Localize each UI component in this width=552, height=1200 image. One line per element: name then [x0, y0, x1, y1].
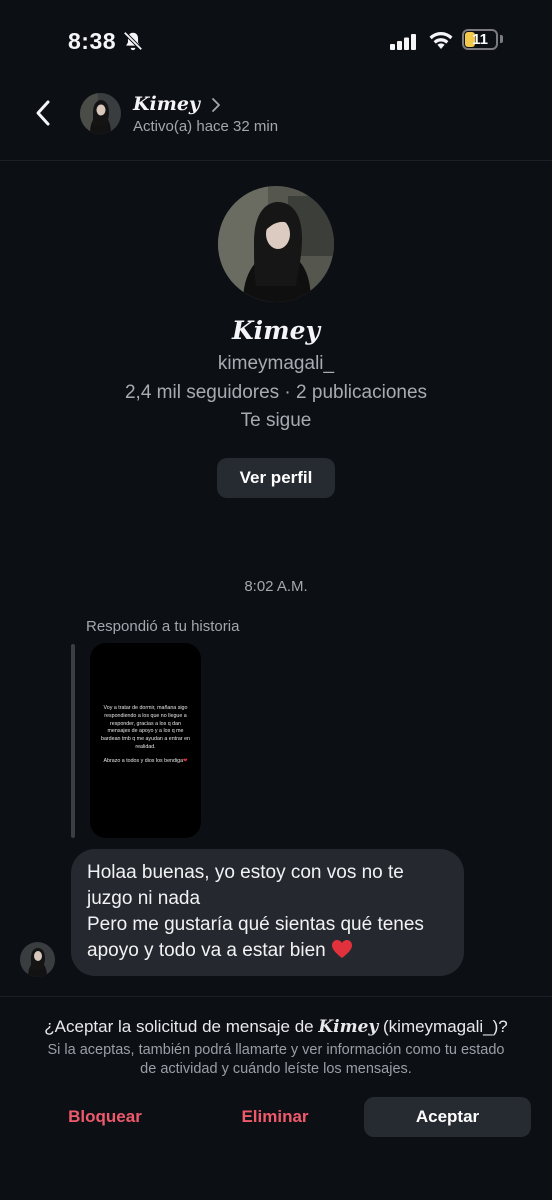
profile-username: kimeymagali_ [217, 353, 335, 374]
replied-to-story-label: Respondió a tu historia [86, 618, 240, 635]
footer-divider [0, 996, 552, 997]
message-text-line-2: Pero me gustaría qué sientas qué tenes a… [87, 914, 424, 961]
battery-percent: 11 [472, 31, 488, 48]
avatar-photo [20, 942, 55, 977]
request-description: Si la aceptas, también podrá llamarte y … [47, 1042, 505, 1077]
back-arrow-icon[interactable] [30, 96, 58, 130]
avatar-photo [80, 93, 121, 134]
request-title: ¿Aceptar la solicitud de mensaje de Kime… [44, 1017, 508, 1037]
profile-follows-you: Te sigue [240, 410, 312, 431]
header-name[interactable]: Kimey [133, 93, 200, 115]
signal-icon [390, 34, 416, 50]
profile-avatar[interactable] [218, 186, 334, 302]
chevron-right-icon[interactable] [210, 96, 222, 114]
story-text: Voy a tratar de dormir, mañana sigo resp… [101, 705, 190, 750]
heart-icon [332, 940, 352, 958]
message-timestamp: 8:02 A.M. [244, 578, 308, 595]
story-heart-icon: ❤ [183, 757, 188, 764]
block-button[interactable]: Bloquear [30, 1097, 180, 1137]
header-avatar[interactable] [80, 93, 121, 134]
header-divider [0, 160, 552, 161]
profile-photo [218, 186, 334, 302]
delete-button[interactable]: Eliminar [200, 1097, 350, 1137]
battery-nub [500, 35, 503, 43]
status-time: 8:38 [68, 28, 117, 54]
profile-name: Kimey [231, 316, 321, 345]
story-signoff: Abrazo a todos y dios los bendiga❤ [103, 757, 188, 764]
message-bubble[interactable]: Holaa buenas, yo estoy con vos no te juz… [71, 849, 464, 976]
message-avatar[interactable] [20, 942, 55, 977]
message-text-line-1: Holaa buenas, yo estoy con vos no te juz… [87, 862, 404, 909]
profile-stats: 2,4 mil seguidores · 2 publicaciones [124, 382, 428, 403]
battery-icon: 11 [462, 29, 498, 50]
reply-indicator-line [71, 644, 75, 838]
header-active-status: Activo(a) hace 32 min [133, 118, 279, 135]
story-preview[interactable]: Voy a tratar de dormir, mañana sigo resp… [90, 643, 201, 838]
accept-button[interactable]: Aceptar [364, 1097, 531, 1137]
wifi-icon [429, 32, 453, 49]
bell-slash-icon [123, 31, 143, 51]
view-profile-button[interactable]: Ver perfil [217, 458, 335, 498]
